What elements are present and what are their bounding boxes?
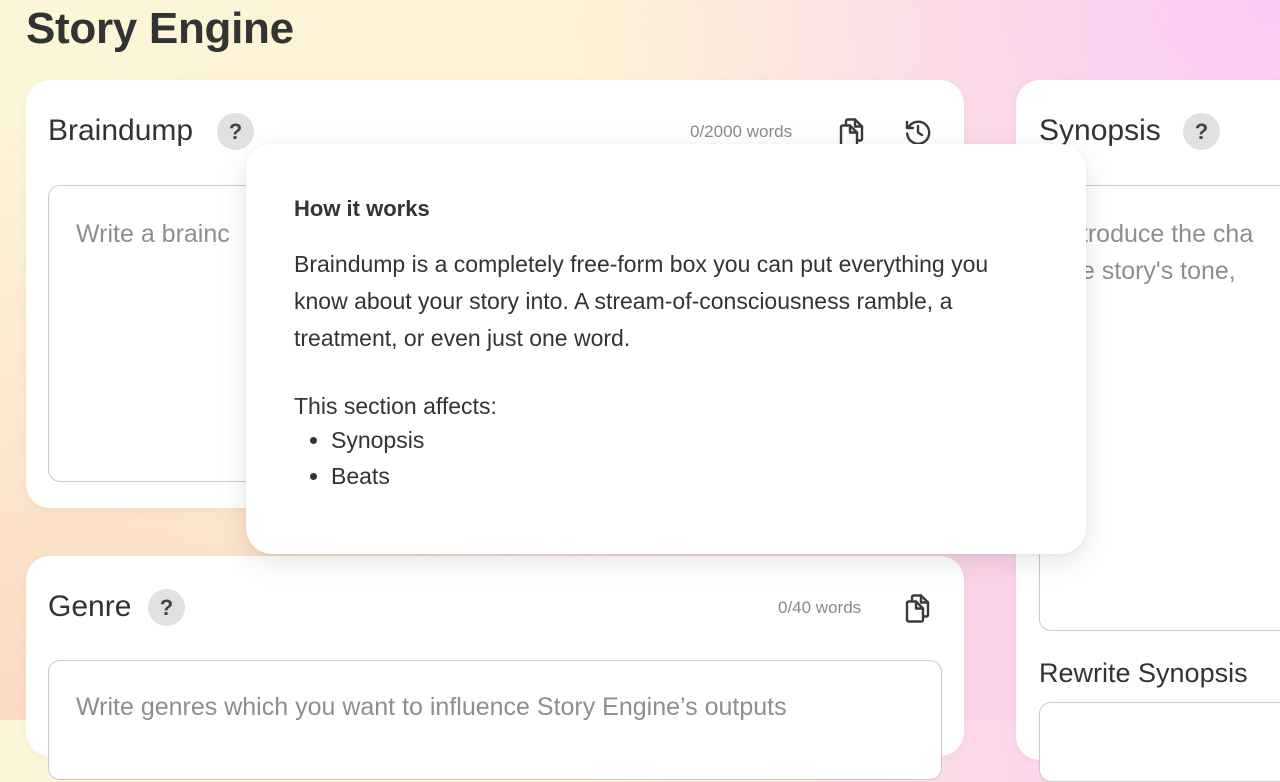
- synopsis-placeholder-line-1: ntroduce the cha: [1067, 220, 1254, 248]
- tooltip-affects-item: Beats: [331, 458, 1038, 494]
- tooltip-affects-label: This section affects:: [294, 393, 497, 419]
- braindump-placeholder: Write a brainc: [76, 220, 230, 248]
- braindump-copy-button[interactable]: [837, 117, 867, 147]
- copy-icon: [839, 118, 864, 147]
- synopsis-title: Synopsis: [1039, 114, 1161, 147]
- history-icon: [905, 120, 931, 145]
- genre-textarea[interactable]: Write genres which you want to influence…: [48, 660, 942, 780]
- genre-word-count: 0/40 words: [778, 598, 862, 617]
- genre-title: Genre: [48, 590, 132, 623]
- braindump-word-count: 0/2000 words: [690, 122, 793, 141]
- genre-help-label: ?: [159, 594, 174, 620]
- tooltip-body: Braindump is a completely free-form box …: [294, 251, 989, 351]
- genre-help-button[interactable]: ?: [148, 589, 185, 626]
- genre-copy-button[interactable]: [903, 593, 933, 623]
- braindump-title: Braindump: [48, 114, 194, 147]
- braindump-help-label: ?: [228, 118, 243, 144]
- copy-icon: [905, 594, 930, 623]
- app-title: Story Engine: [26, 4, 294, 53]
- synopsis-help-button[interactable]: ?: [1183, 113, 1220, 150]
- synopsis-help-label: ?: [1194, 118, 1209, 144]
- braindump-help-button[interactable]: ?: [217, 113, 254, 150]
- tooltip-affects-item: Synopsis: [331, 422, 1038, 458]
- rewrite-synopsis-textarea[interactable]: [1039, 702, 1280, 782]
- genre-card: Genre ? 0/40 words Write genres which yo…: [26, 556, 964, 780]
- genre-placeholder: Write genres which you want to influence…: [76, 693, 787, 721]
- tooltip-heading: How it works: [294, 196, 430, 221]
- help-tooltip: How it works Braindump is a completely f…: [246, 144, 1086, 554]
- tooltip-affects-list: Synopsis Beats: [294, 422, 1038, 494]
- rewrite-synopsis-label: Rewrite Synopsis: [1039, 658, 1248, 688]
- synopsis-placeholder-line-2: he story's tone,: [1067, 257, 1236, 285]
- braindump-history-button[interactable]: [903, 117, 933, 147]
